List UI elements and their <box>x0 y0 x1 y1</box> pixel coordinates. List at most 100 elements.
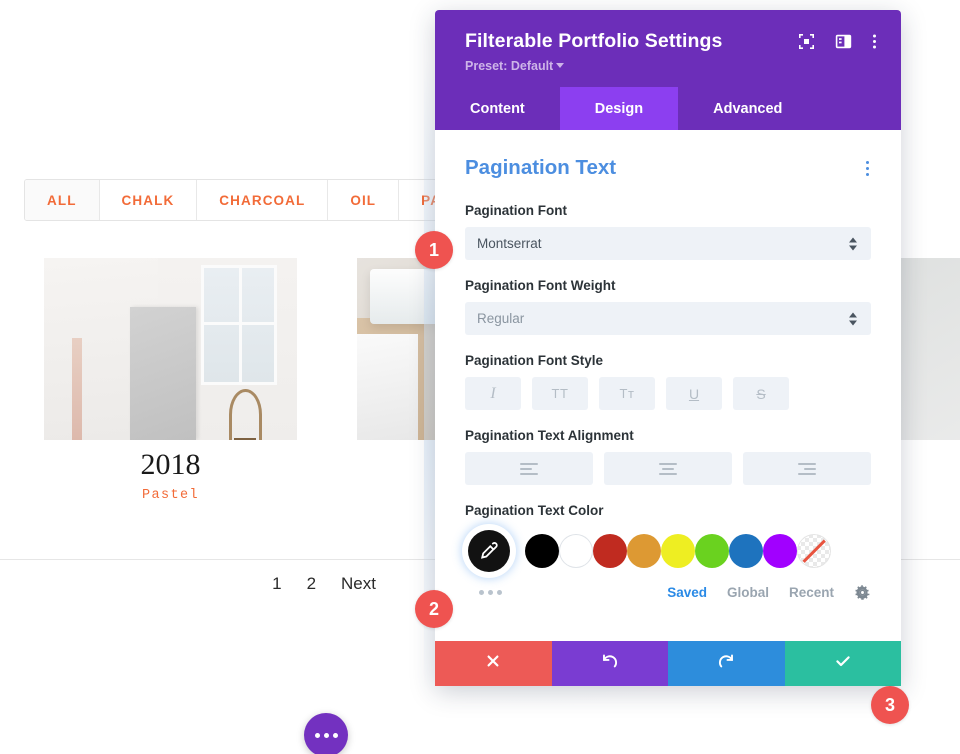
undo-arrow-icon <box>600 652 619 676</box>
pagination-page-2[interactable]: 2 <box>307 574 316 594</box>
preset-label: Preset: Default <box>465 59 554 73</box>
filter-tab-label: ALL <box>47 192 77 208</box>
redo-arrow-icon <box>717 652 736 676</box>
portfolio-filter-bar: ALL CHALK CHARCOAL OIL PASTEL <box>24 179 504 221</box>
align-right-icon <box>798 462 816 475</box>
redo-button[interactable] <box>668 641 785 686</box>
text-alignment-button-group <box>465 452 871 485</box>
field-label: Pagination Font <box>465 203 567 218</box>
swatch-purple[interactable] <box>763 534 797 568</box>
tab-advanced[interactable]: Advanced <box>678 87 817 130</box>
eyedropper-button[interactable] <box>465 527 513 575</box>
uppercase-button[interactable]: TT <box>532 377 588 410</box>
layout-panel-icon[interactable] <box>835 33 852 50</box>
align-left-icon <box>520 462 538 475</box>
portfolio-item-category[interactable]: Pastel <box>44 488 297 503</box>
align-left-button[interactable] <box>465 452 593 485</box>
gear-icon[interactable] <box>854 584 871 601</box>
strikethrough-button[interactable]: S <box>733 377 789 410</box>
filter-tab-all[interactable]: ALL <box>25 180 100 220</box>
filter-tab-chalk[interactable]: CHALK <box>100 180 198 220</box>
align-right-button[interactable] <box>743 452 871 485</box>
step-badge-1: 1 <box>415 231 453 269</box>
color-tab-global[interactable]: Global <box>727 585 769 600</box>
undo-button[interactable] <box>551 641 668 686</box>
pagination-page-1[interactable]: 1 <box>272 574 281 594</box>
settings-modal: Filterable Portfolio Settings Preset: De… <box>435 10 901 686</box>
section-header: Pagination Text <box>465 156 871 181</box>
save-button[interactable] <box>784 641 901 686</box>
filter-tab-charcoal[interactable]: CHARCOAL <box>197 180 329 220</box>
swatch-black[interactable] <box>525 534 559 568</box>
filter-tab-label: OIL <box>350 192 377 208</box>
color-tab-saved[interactable]: Saved <box>667 585 707 600</box>
swatch-transparent[interactable] <box>797 534 831 568</box>
color-tab-recent[interactable]: Recent <box>789 585 834 600</box>
focus-target-icon[interactable] <box>798 33 815 50</box>
checkmark-icon <box>834 652 852 675</box>
pagination-font-field: Pagination Font Montserrat <box>465 203 871 260</box>
pagination-font-style-field: Pagination Font Style I TT Tт U S <box>465 353 871 410</box>
underline-button[interactable]: U <box>666 377 722 410</box>
pagination-font-weight-field: Pagination Font Weight Regular <box>465 278 871 335</box>
font-style-button-group: I TT Tт U S <box>465 377 871 410</box>
pagination-font-weight-value: Regular <box>477 311 525 326</box>
portfolio-pagination: 1 2 Next <box>0 574 440 594</box>
align-center-button[interactable] <box>604 452 732 485</box>
color-swatch-row <box>465 527 871 575</box>
swatch-orange[interactable] <box>627 534 661 568</box>
modal-title: Filterable Portfolio Settings <box>465 30 723 52</box>
tab-design[interactable]: Design <box>559 87 679 130</box>
modal-body: Pagination Text Pagination Font Montserr… <box>435 130 901 641</box>
step-badge-2: 2 <box>415 590 453 628</box>
filter-tab-oil[interactable]: OIL <box>328 180 400 220</box>
portfolio-item-caption: 2018 Pastel <box>44 448 297 503</box>
field-label: Pagination Text Alignment <box>465 428 634 443</box>
tab-label: Design <box>594 100 644 117</box>
spinner-arrows-icon <box>849 237 857 250</box>
portfolio-item-image[interactable] <box>900 258 960 440</box>
screen: ALL CHALK CHARCOAL OIL PASTEL <box>0 0 960 754</box>
chevron-down-icon <box>556 63 565 68</box>
color-picker-footer: Saved Global Recent <box>465 584 871 601</box>
spinner-arrows-icon <box>849 312 857 325</box>
section-title: Pagination Text <box>465 156 617 179</box>
modal-tab-bar: Content Design Advanced <box>435 87 901 130</box>
pagination-font-weight-select[interactable]: Regular <box>465 302 871 335</box>
pagination-text-alignment-field: Pagination Text Alignment <box>465 428 871 485</box>
pagination-font-select[interactable]: Montserrat <box>465 227 871 260</box>
section-options-icon[interactable] <box>864 156 871 181</box>
swatch-green[interactable] <box>695 534 729 568</box>
step-badge-3: 3 <box>871 686 909 724</box>
modal-header-actions <box>798 33 877 50</box>
field-label: Pagination Font Style <box>465 353 604 368</box>
small-caps-glyph: Tт <box>619 386 635 401</box>
small-caps-button[interactable]: Tт <box>599 377 655 410</box>
color-source-tabs: Saved Global Recent <box>667 584 871 601</box>
divi-menu-fab-button[interactable] <box>304 713 348 754</box>
swatch-blue[interactable] <box>729 534 763 568</box>
swatch-white[interactable] <box>559 534 593 568</box>
italic-button[interactable]: I <box>465 377 521 410</box>
portfolio-item-image[interactable] <box>44 258 297 440</box>
modal-footer <box>435 641 901 686</box>
pagination-text-color-field: Pagination Text Color Saved Global Recen… <box>465 503 871 601</box>
eyedropper-icon <box>468 530 510 572</box>
pagination-font-value: Montserrat <box>477 236 542 251</box>
underline-glyph: U <box>688 385 700 402</box>
preset-selector[interactable]: Preset: Default <box>465 59 877 73</box>
filter-tab-label: CHALK <box>121 192 175 208</box>
more-dots-icon[interactable] <box>465 590 502 595</box>
strikethrough-glyph: S <box>756 385 766 402</box>
pagination-next[interactable]: Next <box>341 574 376 594</box>
portfolio-item-title: 2018 <box>140 448 201 481</box>
cancel-button[interactable] <box>435 641 552 686</box>
close-x-icon <box>485 653 501 674</box>
swatch-yellow[interactable] <box>661 534 695 568</box>
swatch-list <box>525 534 831 568</box>
tab-content[interactable]: Content <box>435 87 560 130</box>
vertical-ellipsis-icon[interactable] <box>872 33 877 50</box>
filter-tab-label: CHARCOAL <box>219 192 306 208</box>
swatch-red[interactable] <box>593 534 627 568</box>
field-label: Pagination Text Color <box>465 503 604 518</box>
